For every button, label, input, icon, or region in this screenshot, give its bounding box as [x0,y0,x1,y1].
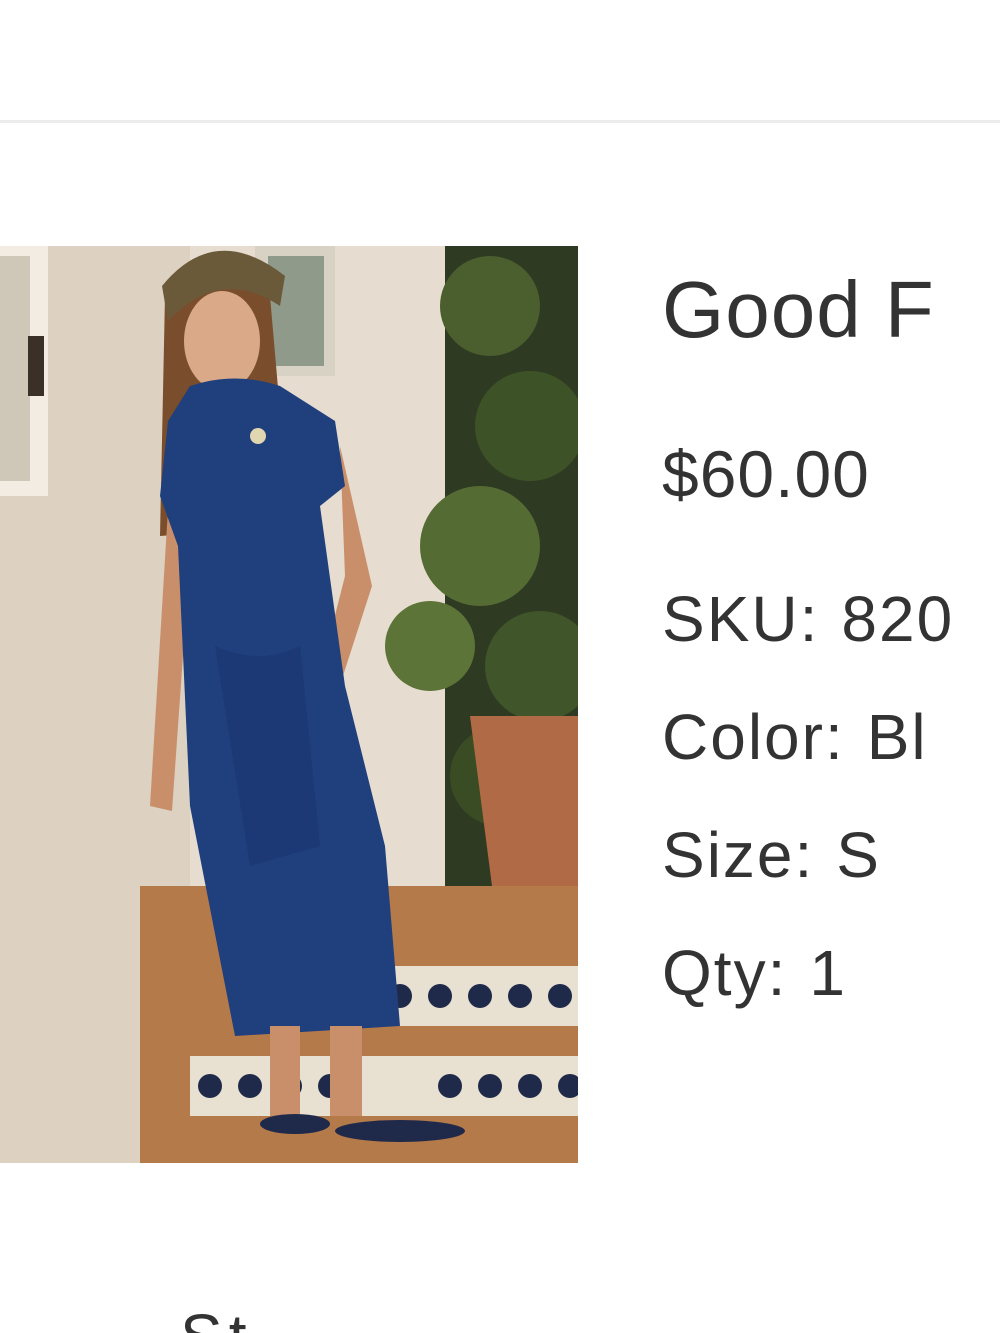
next-section-text: St [180,1300,252,1333]
color-value: Bl [866,701,928,773]
next-section-heading: St [0,1290,1000,1333]
product-price: $60.00 [662,437,870,511]
color-label: Color: [662,701,845,773]
dress-photo-icon [0,246,578,1163]
sku-label: SKU: [662,583,820,655]
product-image[interactable] [0,246,578,1163]
qty-value: 1 [809,937,847,1009]
product-title[interactable]: Good F [662,262,1000,358]
qty-row: Qty: 1 [662,936,847,1010]
size-label: Size: [662,819,815,891]
color-row: Color: Bl [662,700,928,774]
sku-value: 820 [841,583,955,655]
qty-label: Qty: [662,937,788,1009]
size-row: Size: S [662,818,881,892]
product-details: Good F $60.00 SKU: 820 Color: Bl Size: S Qt… [662,262,1000,1009]
header-bar [0,0,1000,123]
sku-row: SKU: 820 [662,582,954,656]
order-item-page: Good F $60.00 SKU: 820 Color: Bl Size: S Qt… [0,0,1000,1333]
size-value: S [836,819,881,891]
